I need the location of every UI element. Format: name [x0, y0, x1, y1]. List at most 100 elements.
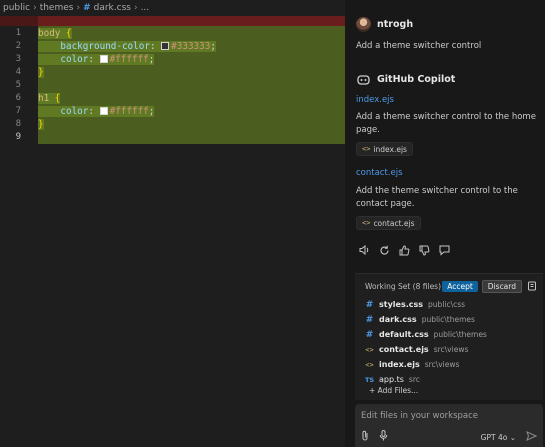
send-icon[interactable]	[526, 430, 538, 444]
chevron-right-icon: ›	[76, 2, 81, 13]
speaker-icon[interactable]	[358, 244, 370, 256]
code-editor[interactable]: public › themes › # dark.css › ... 1 2 3 4 5…	[0, 0, 345, 447]
file-name: dark.css	[379, 315, 417, 324]
indent-guide	[38, 54, 60, 65]
attach-icon[interactable]	[361, 430, 375, 444]
css-property: color	[60, 106, 89, 117]
css-file-icon: #	[83, 2, 91, 13]
color-swatch-icon[interactable]	[99, 107, 108, 115]
user-message: Add a theme switcher control	[356, 41, 482, 51]
css-colon: :	[88, 54, 100, 65]
chip-label: index.ejs	[373, 144, 407, 154]
css-selector: h1	[38, 93, 50, 104]
code-line: }	[38, 118, 345, 131]
copilot-icon	[356, 72, 371, 87]
css-property: background-color	[60, 41, 150, 52]
file-chip-contact[interactable]: <> contact.ejs	[356, 216, 421, 230]
chat-input-box[interactable]: Edit files in your workspace GPT 4o ⌄	[355, 404, 543, 447]
css-file-icon: #	[365, 329, 374, 340]
change-description: Add a theme switcher control to the home…	[356, 112, 536, 135]
breadcrumb-folder-themes[interactable]: themes	[40, 3, 74, 13]
file-path: public\themes	[433, 330, 487, 339]
chat-input[interactable]: Edit files in your workspace	[361, 411, 478, 421]
working-set-file[interactable]: TS app.ts src	[365, 373, 420, 386]
breadcrumb: public › themes › # dark.css › ...	[0, 0, 345, 15]
line-number: 3	[15, 54, 21, 64]
working-set-file[interactable]: <> contact.ejs src\views	[365, 343, 468, 356]
working-set-file[interactable]: # dark.css public\themes	[365, 313, 475, 326]
line-number: 8	[15, 119, 21, 129]
chip-label: contact.ejs	[373, 218, 415, 228]
file-name: contact.ejs	[379, 345, 429, 354]
indent-guide	[38, 106, 60, 117]
breadcrumb-folder-public[interactable]: public	[3, 3, 30, 13]
css-value: #ffffff	[109, 106, 149, 117]
retry-icon[interactable]	[378, 244, 390, 256]
css-property: color	[60, 54, 89, 65]
code-line: body {	[38, 27, 345, 40]
css-colon: :	[88, 106, 100, 117]
working-set-file[interactable]: # default.css public\themes	[365, 328, 487, 341]
file-link-contact[interactable]: contact.ejs	[356, 168, 403, 178]
file-name: app.ts	[379, 375, 404, 384]
assistant-message-header: GitHub Copilot	[356, 72, 455, 87]
working-set-panel: Working Set (8 files) Accept Discard # st…	[355, 273, 543, 400]
indent-guide	[38, 41, 60, 52]
css-semicolon: ;	[210, 41, 216, 52]
color-swatch-icon[interactable]	[161, 42, 170, 50]
accept-button[interactable]: Accept	[442, 280, 478, 292]
breadcrumb-more[interactable]: ...	[141, 3, 150, 13]
file-path: src\views	[433, 345, 469, 354]
line-number: 5	[15, 80, 21, 90]
chevron-down-icon: ⌄	[509, 432, 516, 442]
user-name: ntrogh	[377, 19, 414, 30]
avatar	[356, 17, 371, 32]
code-file-icon: <>	[362, 219, 371, 227]
response-actions	[358, 244, 450, 256]
file-name: index.ejs	[379, 360, 420, 369]
comment-icon[interactable]	[438, 244, 450, 256]
file-path: src\views	[424, 360, 460, 369]
css-semicolon: ;	[148, 106, 155, 117]
code-line: h1 {	[38, 92, 345, 105]
code-file-icon: <>	[365, 360, 374, 369]
css-colon: :	[149, 41, 162, 52]
line-number: 1	[15, 28, 21, 38]
code-file-icon: <>	[365, 345, 374, 354]
color-swatch-icon[interactable]	[99, 55, 108, 63]
css-selector: body	[38, 28, 61, 39]
code-line: }	[38, 66, 345, 79]
file-name: styles.css	[379, 300, 424, 309]
discard-button[interactable]: Discard	[481, 279, 522, 293]
chevron-right-icon: ›	[33, 2, 37, 13]
microphone-icon[interactable]	[379, 430, 393, 444]
line-number: 4	[15, 67, 21, 77]
breadcrumb-file[interactable]: dark.css	[94, 3, 131, 13]
working-set-file[interactable]: <> index.ejs src\views	[365, 358, 459, 371]
diff-deleted-region	[0, 16, 345, 26]
file-path: public\css	[428, 300, 466, 309]
file-link-index[interactable]: index.ejs	[356, 95, 394, 105]
file-path: public\themes	[421, 315, 475, 324]
css-file-icon: #	[365, 314, 374, 325]
line-number: 7	[15, 106, 21, 116]
css-value: #333333	[171, 41, 211, 52]
working-set-file[interactable]: # styles.css public\css	[365, 298, 465, 311]
model-picker[interactable]: GPT 4o ⌄	[481, 433, 516, 442]
file-chip-index[interactable]: <> index.ejs	[356, 142, 413, 156]
css-brace: {	[60, 28, 72, 39]
line-number-gutter: 1 2 3 4 5 6 7 8 9	[0, 27, 30, 144]
css-value: #ffffff	[109, 54, 149, 65]
code-content[interactable]: body { background-color: #333333; color:…	[38, 27, 345, 144]
change-description: Add the theme switcher control to the co…	[356, 186, 518, 209]
add-files-button[interactable]: + Add Files...	[369, 386, 418, 395]
css-semicolon: ;	[148, 54, 155, 65]
input-toolbar: GPT 4o ⌄	[361, 430, 538, 444]
line-number: 2	[15, 41, 21, 51]
thumbs-down-icon[interactable]	[418, 244, 430, 256]
clear-working-set-icon[interactable]	[527, 281, 537, 291]
code-line: color: #ffffff;	[38, 105, 345, 118]
working-set-header: Working Set (8 files) Accept Discard	[365, 279, 537, 293]
thumbs-up-icon[interactable]	[398, 244, 410, 256]
